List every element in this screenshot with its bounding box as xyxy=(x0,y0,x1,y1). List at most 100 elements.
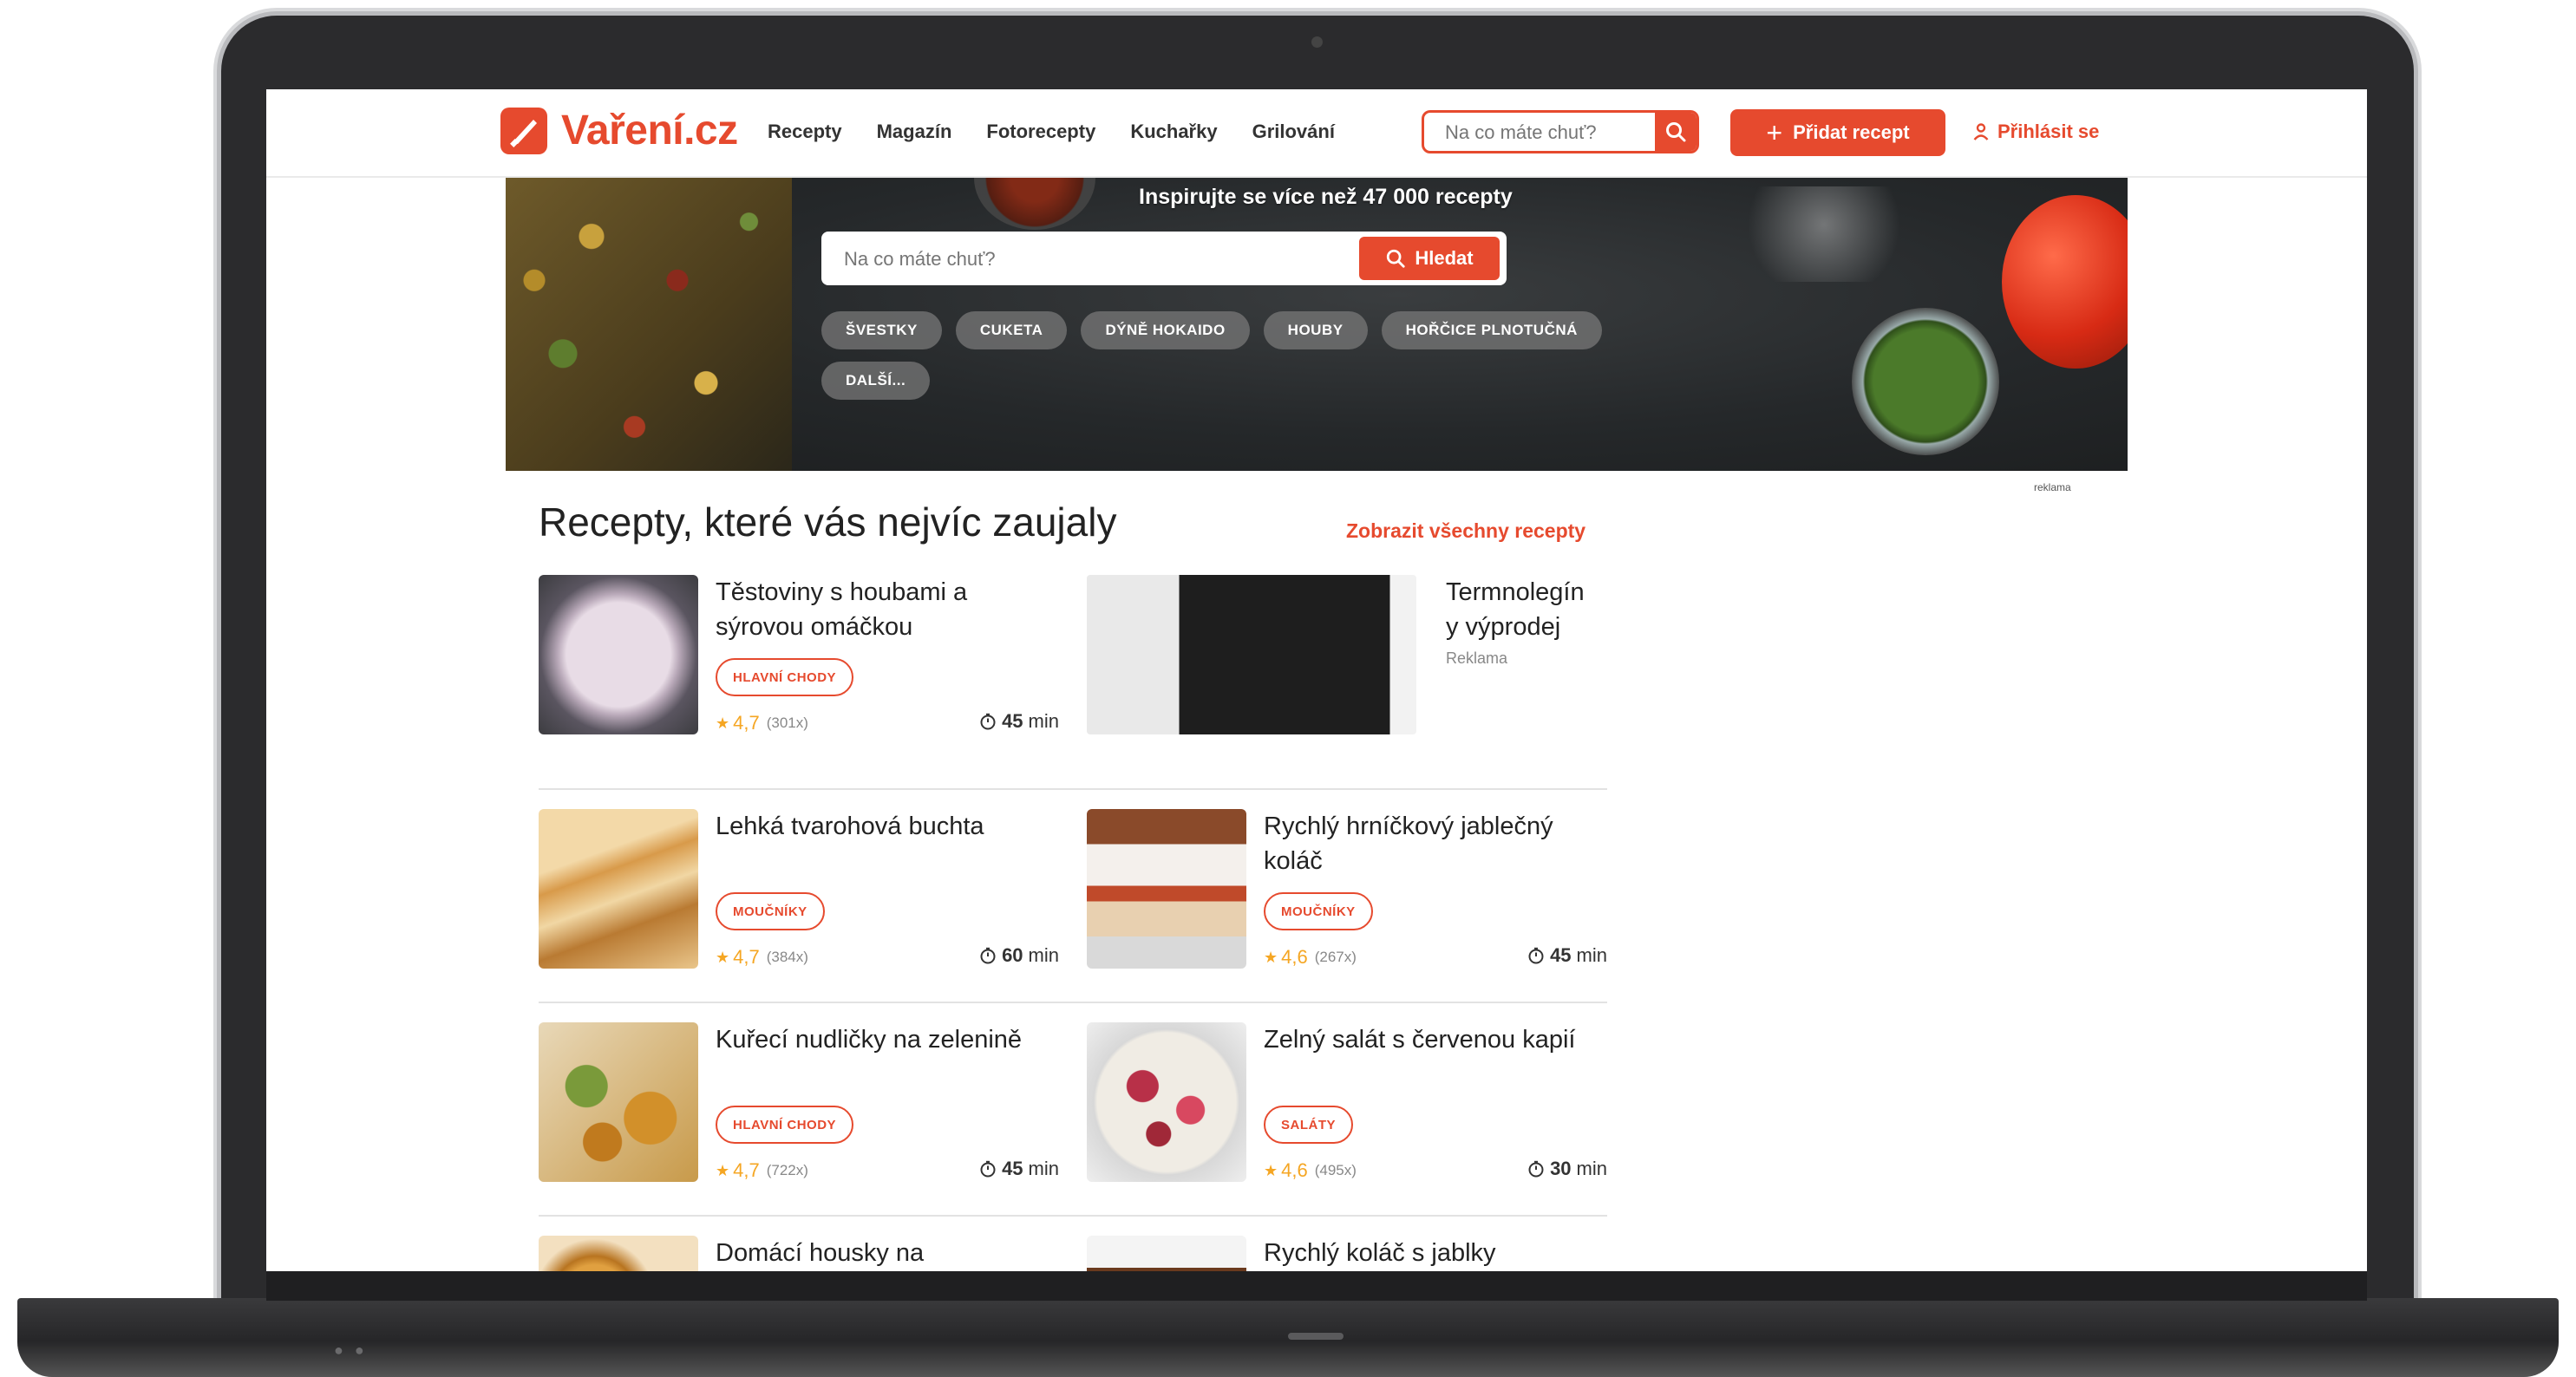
recipe-thumbnail xyxy=(539,809,698,969)
hero-food-image xyxy=(506,178,792,471)
header-search-button[interactable] xyxy=(1655,113,1697,151)
category-badge[interactable]: MOUČNÍKY xyxy=(716,892,825,930)
tag-svestky[interactable]: ŠVESTKY xyxy=(821,311,942,349)
clock-icon xyxy=(980,1160,996,1178)
rating-value: 4,7 xyxy=(733,712,760,734)
header-search xyxy=(1422,110,1699,153)
star-icon: ★ xyxy=(1264,948,1278,966)
ad-card[interactable]: Termnolegín y výprodej Reklama xyxy=(1087,575,1607,748)
nav-fotorecepty[interactable]: Fotorecepty xyxy=(986,121,1095,143)
login-label: Přihlásit se xyxy=(1997,121,2100,142)
star-icon: ★ xyxy=(1264,1161,1278,1179)
recipe-card[interactable]: Lehká tvarohová buchta MOUČNÍKY ★ 4,7 (3… xyxy=(539,809,1059,982)
tag-cuketa[interactable]: CUKETA xyxy=(955,311,1068,349)
recipe-row: Těstoviny s houbami a sýrovou omáčkou HL… xyxy=(539,575,1607,790)
star-icon: ★ xyxy=(716,1161,730,1179)
hero-search: Hledat xyxy=(821,232,1507,285)
ad-title: Termnolegín y výprodej xyxy=(1446,578,1585,641)
clock-icon xyxy=(980,713,996,730)
main-nav: Recepty Magazín Fotorecepty Kuchařky Gri… xyxy=(768,121,1335,143)
rating-count: (495x) xyxy=(1314,1162,1357,1178)
recipe-card[interactable]: Kuřecí nudličky na zelenině HLAVNÍ CHODY… xyxy=(539,1022,1059,1196)
rating-count: (267x) xyxy=(1314,949,1357,965)
recipe-row: Kuřecí nudličky na zelenině HLAVNÍ CHODY… xyxy=(539,1002,1607,1217)
category-badge[interactable]: MOUČNÍKY xyxy=(1264,892,1373,930)
category-badge[interactable]: SALÁTY xyxy=(1264,1106,1353,1144)
plus-icon: + xyxy=(1766,117,1783,148)
tag-dyne-hokaido[interactable]: DÝNĚ HOKAIDO xyxy=(1081,311,1250,349)
tag-houby[interactable]: HOUBY xyxy=(1263,311,1368,349)
knife-logo-icon xyxy=(500,107,547,154)
recipe-rating: ★ 4,7 (722x) xyxy=(716,1159,808,1182)
recipe-time: 45 min xyxy=(1527,944,1607,967)
time-value: 45 xyxy=(1002,710,1023,732)
recipe-row: Lehká tvarohová buchta MOUČNÍKY ★ 4,7 (3… xyxy=(539,788,1607,1003)
recipe-title: Lehká tvarohová buchta xyxy=(716,812,984,840)
nav-magazin[interactable]: Magazín xyxy=(877,121,952,143)
hero-search-label: Hledat xyxy=(1415,247,1474,269)
laptop-indicator-lights: ● ● xyxy=(334,1341,368,1359)
recipe-time: 45 min xyxy=(979,1158,1059,1180)
header-search-input[interactable] xyxy=(1424,113,1681,151)
recipe-rating: ★ 4,6 (495x) xyxy=(1264,1159,1357,1182)
recipe-card[interactable]: Rychlý hrníčkový jablečný koláč MOUČNÍKY… xyxy=(1087,809,1607,982)
recipe-title: Zelný salát s červenou kapií xyxy=(1264,1026,1576,1054)
hero-banner: Inspirujte se více než 47 000 recepty Hl… xyxy=(506,178,2128,471)
logo-text: Vaření.cz xyxy=(561,108,738,153)
recipe-time: 45 min xyxy=(979,710,1059,733)
clock-icon xyxy=(1528,1160,1544,1178)
hero-search-button[interactable]: Hledat xyxy=(1359,237,1500,280)
rating-value: 4,6 xyxy=(1281,946,1308,968)
laptop-notch xyxy=(1288,1333,1344,1340)
category-badge[interactable]: HLAVNÍ CHODY xyxy=(716,658,854,696)
add-recipe-button[interactable]: + Přidat recept xyxy=(1730,109,1945,156)
time-unit: min xyxy=(1028,944,1059,966)
recipe-time: 60 min xyxy=(979,944,1059,967)
nav-kucharky[interactable]: Kuchařky xyxy=(1130,121,1217,143)
hero-search-input[interactable] xyxy=(821,232,1366,285)
search-icon xyxy=(1666,122,1686,142)
rating-count: (384x) xyxy=(766,949,808,965)
recipe-title: Rychlý koláč s jablky xyxy=(1264,1239,1496,1267)
recipe-thumbnail xyxy=(1087,809,1246,969)
time-value: 30 xyxy=(1550,1158,1572,1179)
nav-grilovani[interactable]: Grilování xyxy=(1252,121,1335,143)
site-header: Vaření.cz Recepty Magazín Fotorecepty Ku… xyxy=(266,89,2367,178)
recipe-thumbnail xyxy=(539,575,698,734)
add-recipe-label: Přidat recept xyxy=(1793,121,1910,143)
rating-value: 4,7 xyxy=(733,1159,760,1181)
recipe-thumbnail xyxy=(1087,1022,1246,1182)
recipe-rating: ★ 4,7 (384x) xyxy=(716,946,808,969)
time-unit: min xyxy=(1028,1158,1059,1179)
see-all-link[interactable]: Zobrazit všechny recepty xyxy=(1346,519,1585,543)
hero-bowl-image xyxy=(974,178,1095,230)
recipe-thumbnail xyxy=(539,1022,698,1182)
recipe-title: Kuřecí nudličky na zelenině xyxy=(716,1026,1023,1054)
rating-count: (722x) xyxy=(766,1162,808,1178)
section-title: Recepty, které vás nejvíc zaujaly xyxy=(539,499,1117,545)
nav-recepty[interactable]: Recepty xyxy=(768,121,842,143)
tag-horcice[interactable]: HOŘČICE PLNOTUČNÁ xyxy=(1381,311,1602,349)
login-link[interactable]: Přihlásit se xyxy=(1973,121,2099,143)
time-value: 60 xyxy=(1002,944,1023,966)
ad-label-small: reklama xyxy=(2034,481,2071,493)
recipe-row: Domácí housky na hamburgery Rychlý koláč… xyxy=(539,1215,1607,1271)
browser-viewport: Vaření.cz Recepty Magazín Fotorecepty Ku… xyxy=(266,89,2367,1271)
recipe-time: 30 min xyxy=(1527,1158,1607,1180)
recipe-card[interactable]: Těstoviny s houbami a sýrovou omáčkou HL… xyxy=(539,575,1059,748)
screen-bezel-bottom xyxy=(266,1271,2367,1301)
rating-value: 4,7 xyxy=(733,946,760,968)
recipe-rating: ★ 4,7 (301x) xyxy=(716,712,808,734)
hero-tomato-image xyxy=(2002,195,2128,369)
clock-icon xyxy=(1528,947,1544,964)
tag-dalsi[interactable]: DALŠÍ... xyxy=(821,362,931,400)
recipe-card[interactable]: Domácí housky na hamburgery xyxy=(539,1236,1059,1271)
site-logo[interactable]: Vaření.cz xyxy=(500,107,738,154)
recipe-card[interactable]: Rychlý koláč s jablky xyxy=(1087,1236,1607,1271)
category-badge[interactable]: HLAVNÍ CHODY xyxy=(716,1106,854,1144)
search-icon xyxy=(1387,249,1405,268)
star-icon: ★ xyxy=(716,714,730,732)
recipe-card[interactable]: Zelný salát s červenou kapií SALÁTY ★ 4,… xyxy=(1087,1022,1607,1196)
star-icon: ★ xyxy=(716,948,730,966)
user-icon xyxy=(1973,123,1989,140)
